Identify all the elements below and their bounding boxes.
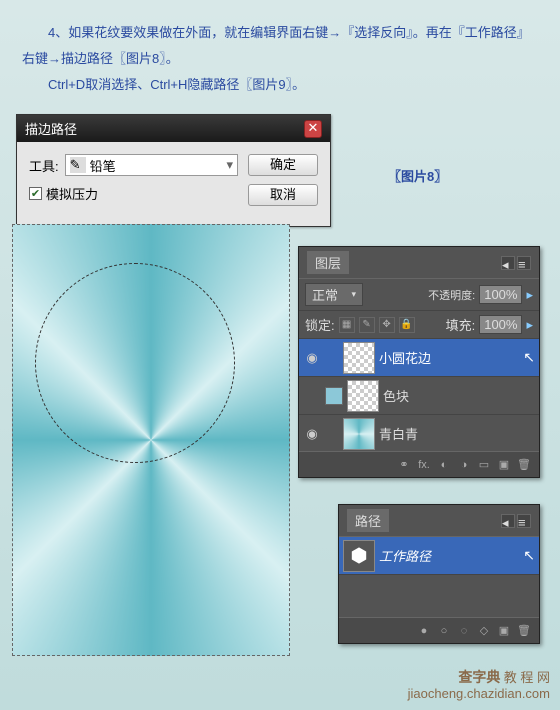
close-icon[interactable]: ✕ — [304, 120, 322, 138]
simulate-pressure-label: 模拟压力 — [46, 184, 98, 203]
layer-thumbnail[interactable] — [347, 380, 379, 412]
panel-collapse-icon[interactable]: ◂ — [501, 514, 515, 528]
new-path-icon[interactable]: ▣ — [495, 622, 513, 640]
path-thumbnail[interactable] — [343, 540, 375, 572]
paths-panel: 路径 ◂ ≡ 工作路径 ↖ ● ○ ◌ ◇ ▣ 🗑 — [338, 504, 540, 644]
path-name-label: 工作路径 — [379, 546, 519, 565]
watermark: 查字典 教 程 网 jiaocheng.chazidian.com — [408, 669, 550, 702]
layers-footer: ⚭ fx. ◐ ◑ ▭ ▣ 🗑 — [299, 451, 539, 477]
layer-color-swatch[interactable] — [325, 387, 343, 405]
opacity-arrow-icon[interactable]: ▸ — [526, 287, 533, 303]
layer-row[interactable]: 色块 — [299, 377, 539, 415]
instruction-line2: Ctrl+D取消选择、Ctrl+H隐藏路径〖图片9〗。 — [22, 72, 538, 98]
fill-label: 填充: — [446, 315, 476, 334]
layers-panel: 图层 ◂ ≡ 正常 不透明度: 100% ▸ 锁定: ▦ ✎ ✥ 🔒 填充: 1… — [298, 246, 540, 478]
layers-tab-bar: 图层 ◂ ≡ — [299, 247, 539, 279]
adjustment-icon[interactable]: ◑ — [455, 456, 473, 474]
visibility-icon[interactable]: ◉ — [303, 350, 321, 366]
simulate-pressure-checkbox[interactable]: ✔ — [29, 187, 42, 200]
instruction-text: 4、如果花纹要效果做在外面，就在编辑界面右键→『选择反向』。再在『工作路径』右键… — [0, 0, 560, 108]
paths-tab-bar: 路径 ◂ ≡ — [339, 505, 539, 537]
figure8-label: 〖图片8〗 — [388, 166, 447, 185]
path-to-selection-icon[interactable]: ◌ — [455, 622, 473, 640]
panel-collapse-icon[interactable]: ◂ — [501, 256, 515, 270]
trash-icon[interactable]: 🗑 — [515, 456, 533, 474]
stroke-path-dialog: 描边路径 ✕ 工具: ✎ 铅笔 ✔ 模拟压力 确定 取消 — [16, 114, 331, 227]
tool-label: 工具: — [29, 156, 59, 175]
dialog-titlebar[interactable]: 描边路径 ✕ — [17, 115, 330, 142]
group-icon[interactable]: ▭ — [475, 456, 493, 474]
instruction-line1: 4、如果花纹要效果做在外面，就在编辑界面右键→『选择反向』。再在『工作路径』右键… — [22, 20, 538, 72]
watermark-url: jiaocheng.chazidian.com — [408, 686, 550, 701]
watermark-brand: 查字典 — [458, 669, 500, 685]
pencil-icon: ✎ — [70, 157, 86, 173]
layer-row[interactable]: ◉ 小圆花边 ↖ — [299, 339, 539, 377]
layers-toolbar: 正常 不透明度: 100% ▸ — [299, 279, 539, 311]
dialog-title-text: 描边路径 — [25, 119, 77, 138]
lock-all-icon[interactable]: 🔒 — [399, 317, 415, 333]
visibility-icon[interactable]: ◉ — [303, 426, 321, 442]
panel-menu-icon[interactable]: ≡ — [517, 514, 531, 528]
new-layer-icon[interactable]: ▣ — [495, 456, 513, 474]
layer-row[interactable]: ◉ 青白青 — [299, 415, 539, 453]
ok-button[interactable]: 确定 — [248, 154, 318, 176]
lock-toolbar: 锁定: ▦ ✎ ✥ 🔒 填充: 100% ▸ — [299, 311, 539, 339]
path-row[interactable]: 工作路径 ↖ — [339, 537, 539, 575]
fill-path-icon[interactable]: ● — [415, 622, 433, 640]
lock-transparent-icon[interactable]: ▦ — [339, 317, 355, 333]
layer-thumbnail[interactable] — [343, 418, 375, 450]
fill-input[interactable]: 100% — [479, 315, 522, 334]
tool-value: 铅笔 — [90, 156, 116, 175]
dialog-body: 工具: ✎ 铅笔 ✔ 模拟压力 确定 取消 — [17, 142, 330, 226]
layer-name-label: 小圆花边 — [379, 348, 519, 367]
layer-list: ◉ 小圆花边 ↖ 色块 ◉ 青白青 — [299, 339, 539, 453]
cancel-button[interactable]: 取消 — [248, 184, 318, 206]
paths-footer: ● ○ ◌ ◇ ▣ 🗑 — [339, 617, 539, 643]
stroke-path-icon[interactable]: ○ — [435, 622, 453, 640]
fx-icon[interactable]: fx. — [415, 456, 433, 474]
link-icon[interactable]: ⚭ — [395, 456, 413, 474]
selection-to-path-icon[interactable]: ◇ — [475, 622, 493, 640]
layer-thumbnail[interactable] — [343, 342, 375, 374]
blend-mode-select[interactable]: 正常 — [305, 283, 363, 306]
layer-name-label: 色块 — [383, 386, 535, 405]
cursor-icon: ↖ — [523, 349, 535, 366]
lock-position-icon[interactable]: ✥ — [379, 317, 395, 333]
tool-select[interactable]: ✎ 铅笔 — [65, 154, 238, 176]
lock-pixels-icon[interactable]: ✎ — [359, 317, 375, 333]
mask-icon[interactable]: ◐ — [435, 456, 453, 474]
watermark-sub: 教 程 网 — [504, 670, 550, 685]
opacity-label: 不透明度: — [428, 287, 475, 303]
panel-menu-icon[interactable]: ≡ — [517, 256, 531, 270]
layers-tab[interactable]: 图层 — [307, 251, 349, 274]
trash-icon[interactable]: 🗑 — [515, 622, 533, 640]
layer-name-label: 青白青 — [379, 424, 535, 443]
opacity-input[interactable]: 100% — [479, 285, 522, 304]
fill-arrow-icon[interactable]: ▸ — [526, 317, 533, 333]
path-list: 工作路径 ↖ — [339, 537, 539, 575]
canvas-area[interactable] — [12, 224, 290, 656]
circle-selection — [35, 263, 235, 463]
paths-tab[interactable]: 路径 — [347, 509, 389, 532]
lock-label: 锁定: — [305, 315, 335, 334]
cursor-icon: ↖ — [523, 547, 535, 564]
